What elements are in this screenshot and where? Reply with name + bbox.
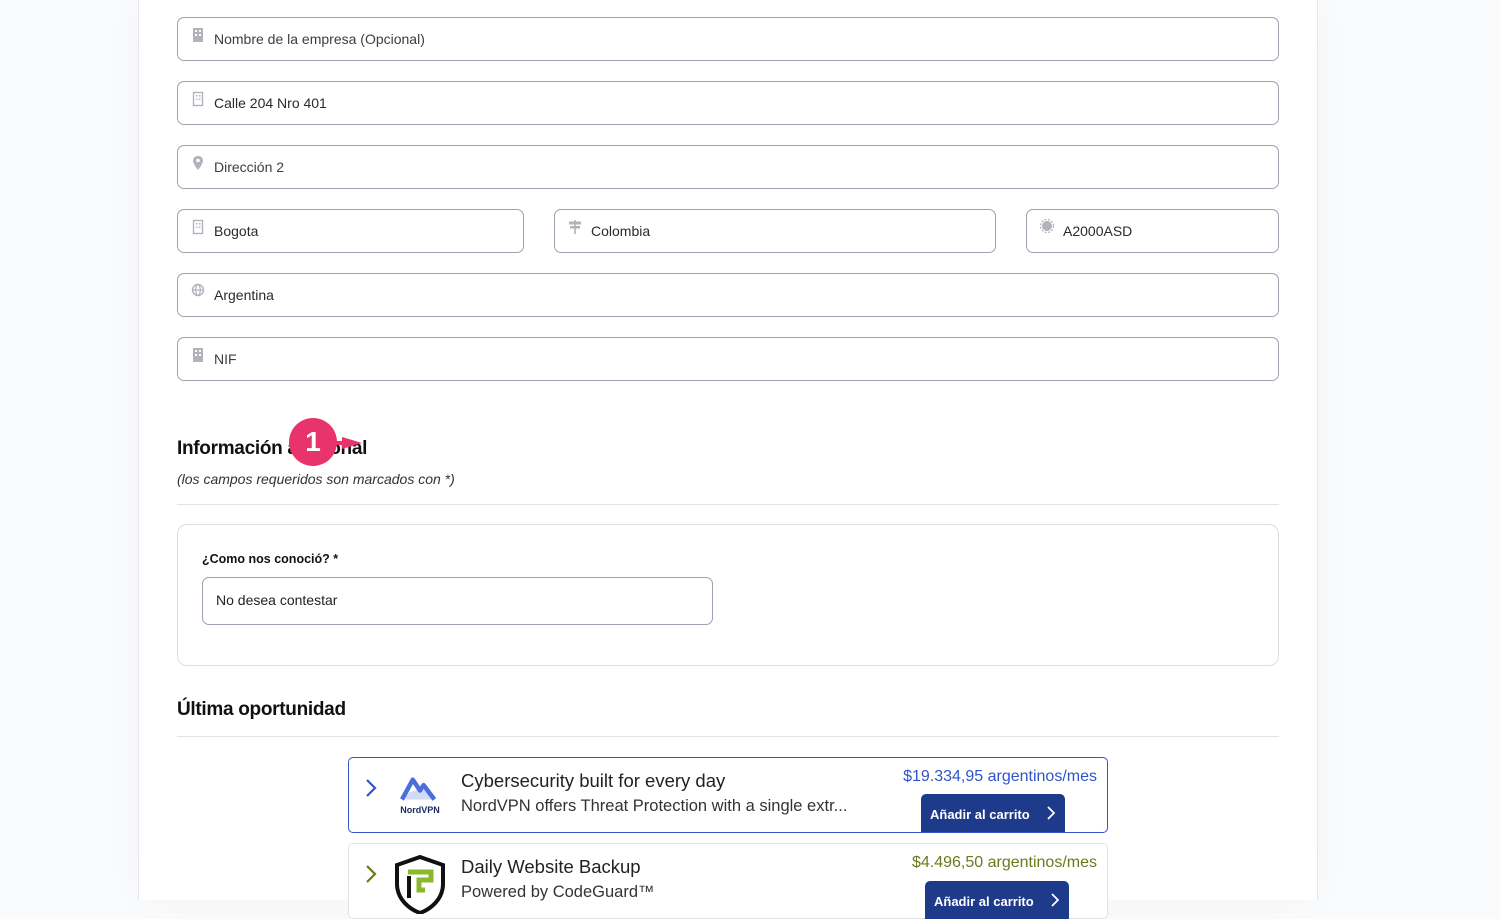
referral-question-label: ¿Como nos conoció? * (202, 552, 339, 566)
signpost-icon (569, 220, 581, 234)
building-icon (193, 28, 203, 42)
address1-value: Calle 204 Nro 401 (214, 95, 327, 111)
company-name-placeholder: Nombre de la empresa (Opcional) (214, 31, 425, 47)
last-chance-heading: Última oportunidad (177, 699, 346, 720)
building-icon (193, 348, 203, 362)
state-value: Colombia (591, 223, 651, 239)
state-field[interactable]: Colombia (554, 209, 996, 253)
add-to-cart-button[interactable]: Añadir al carrito (925, 881, 1069, 919)
nordvpn-logo-text: NordVPN (400, 805, 440, 815)
postcode-field[interactable]: A2000ASD (1026, 209, 1279, 253)
add-to-cart-label: Añadir al carrito (934, 894, 1034, 909)
upsell-card-codeguard[interactable]: Daily Website Backup Powered by CodeGuar… (348, 843, 1108, 919)
address2-field[interactable]: Dirección 2 (177, 145, 1279, 189)
step-badge: 1 (289, 418, 337, 466)
offer-price: $4.496,50 argentinos/mes (911, 854, 1097, 871)
referral-select[interactable]: No desea contestar (202, 577, 713, 625)
globe-icon (191, 283, 205, 297)
upsell-card-nordvpn[interactable]: NordVPN Cybersecurity built for every da… (348, 757, 1108, 833)
address2-placeholder: Dirección 2 (214, 159, 285, 175)
codeguard-shield-icon (395, 854, 445, 914)
address1-field[interactable]: Calle 204 Nro 401 (177, 81, 1279, 125)
step-arrow-icon (342, 437, 362, 449)
referral-select-value: No desea contestar (216, 592, 338, 608)
chevron-right-icon[interactable] (363, 777, 379, 799)
building-icon (192, 91, 204, 107)
country-value: Argentina (214, 287, 274, 303)
chevron-right-icon (1051, 893, 1059, 907)
nordvpn-logo-icon: NordVPN (400, 777, 440, 815)
add-to-cart-button[interactable]: Añadir al carrito (921, 794, 1065, 832)
offer-description: Powered by CodeGuard™ (461, 883, 655, 901)
divider (177, 504, 1279, 505)
divider (177, 736, 1279, 737)
map-pin-icon (193, 156, 203, 170)
required-fields-note: (los campos requeridos son marcados con … (177, 471, 455, 487)
city-value: Bogota (214, 223, 259, 239)
offer-title: Cybersecurity built for every day (461, 770, 726, 791)
building-icon (192, 219, 204, 235)
city-field[interactable]: Bogota (177, 209, 524, 253)
offer-title: Daily Website Backup (461, 856, 641, 877)
company-name-field[interactable]: Nombre de la empresa (Opcional) (177, 17, 1279, 61)
badge-icon (1040, 219, 1054, 234)
offer-description: NordVPN offers Threat Protection with a … (461, 797, 848, 815)
offer-price: $19.334,95 argentinos/mes (903, 768, 1097, 785)
chevron-right-icon[interactable] (363, 863, 379, 885)
tax-id-field[interactable]: NIF (177, 337, 1279, 381)
postcode-value: A2000ASD (1063, 223, 1133, 239)
chevron-right-icon (1047, 806, 1055, 820)
country-field[interactable]: Argentina (177, 273, 1279, 317)
add-to-cart-label: Añadir al carrito (930, 807, 1030, 822)
tax-id-placeholder: NIF (214, 351, 237, 367)
